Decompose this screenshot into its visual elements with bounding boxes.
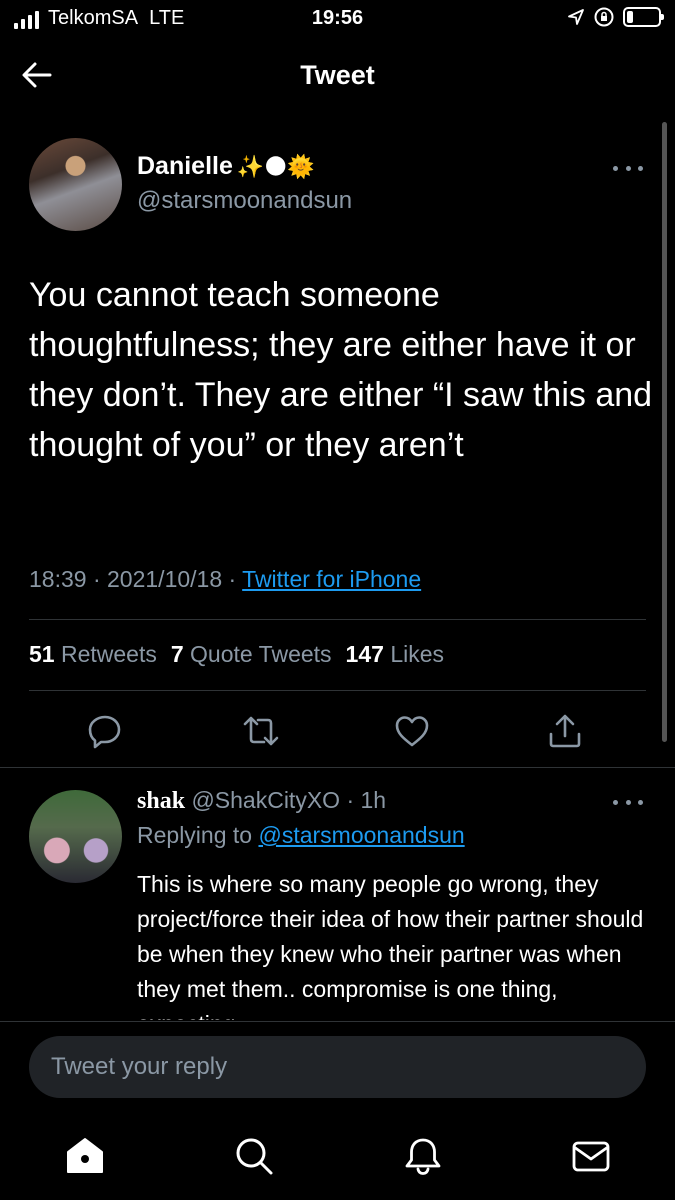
tweet-source-link[interactable]: Twitter for iPhone <box>242 566 421 592</box>
home-icon[interactable] <box>64 1135 106 1177</box>
author-handle[interactable]: @starsmoonandsun <box>137 187 352 215</box>
reply-author-name: shak <box>137 788 186 814</box>
divider <box>0 767 675 768</box>
author-avatar[interactable] <box>29 138 122 231</box>
meta-separator: · <box>222 566 243 592</box>
location-icon <box>568 9 584 25</box>
quotes-count: 7 <box>170 641 184 667</box>
likes-label: Likes <box>390 641 445 667</box>
top-bar: Tweet <box>0 40 675 114</box>
tweet-date: 2021/10/18 <box>107 566 223 592</box>
battery-icon <box>623 7 664 27</box>
more-options-icon[interactable] <box>613 797 643 807</box>
replying-prefix: Replying to <box>137 822 253 848</box>
retweets-count: 51 <box>29 641 55 667</box>
meta-separator: · <box>86 566 108 592</box>
reply-text: This is where so many people go wrong, t… <box>137 871 644 1020</box>
author-name: Danielle <box>137 152 233 180</box>
reply-icon[interactable] <box>86 712 124 750</box>
divider <box>29 619 646 620</box>
reply-input[interactable] <box>29 1036 646 1098</box>
author-name-row[interactable]: Danielle ✨🌑🌞 <box>137 152 315 181</box>
meta-separator: · <box>340 787 361 813</box>
divider <box>29 690 646 691</box>
like-icon[interactable] <box>393 712 431 750</box>
messages-icon[interactable] <box>570 1135 612 1177</box>
tweet-meta: 18:39 · 2021/10/18 · Twitter for iPhone <box>29 566 421 593</box>
quotes-label: Quote Tweets <box>190 641 332 667</box>
tweet-text: You cannot teach someone thoughtfulness;… <box>29 276 653 464</box>
reply-header[interactable]: shak @ShakCityXO · 1h <box>137 787 386 815</box>
retweet-icon[interactable] <box>242 712 280 750</box>
tweet-time: 18:39 <box>29 566 87 592</box>
replying-to-handle-link[interactable]: @starsmoonandsun <box>258 822 464 848</box>
page-title: Tweet <box>300 60 375 90</box>
search-icon[interactable] <box>233 1135 275 1177</box>
notifications-icon[interactable] <box>402 1135 444 1177</box>
more-options-icon[interactable] <box>613 163 643 173</box>
reply-author-handle: @ShakCityXO <box>191 787 341 813</box>
reply-time: 1h <box>360 787 387 813</box>
scrollbar[interactable] <box>662 122 667 742</box>
reply-author-avatar[interactable] <box>29 790 122 883</box>
status-icons <box>567 6 664 28</box>
rotation-lock-icon <box>594 7 614 27</box>
retweets-stat[interactable]: 51 Retweets <box>29 641 157 667</box>
retweets-label: Retweets <box>60 641 157 667</box>
quote-tweets-stat[interactable]: 7 Quote Tweets <box>171 641 332 667</box>
status-bar: TelkomSA LTE 19:56 <box>0 0 675 40</box>
share-icon[interactable] <box>546 712 584 750</box>
replying-to: Replying to @starsmoonandsun <box>137 822 465 849</box>
likes-count: 147 <box>345 641 384 667</box>
name-emojis: ✨🌑🌞 <box>236 154 315 179</box>
likes-stat[interactable]: 147 Likes <box>346 641 444 667</box>
tweet-stats: 51 Retweets 7 Quote Tweets 147 Likes <box>29 641 444 668</box>
divider <box>0 1021 675 1022</box>
